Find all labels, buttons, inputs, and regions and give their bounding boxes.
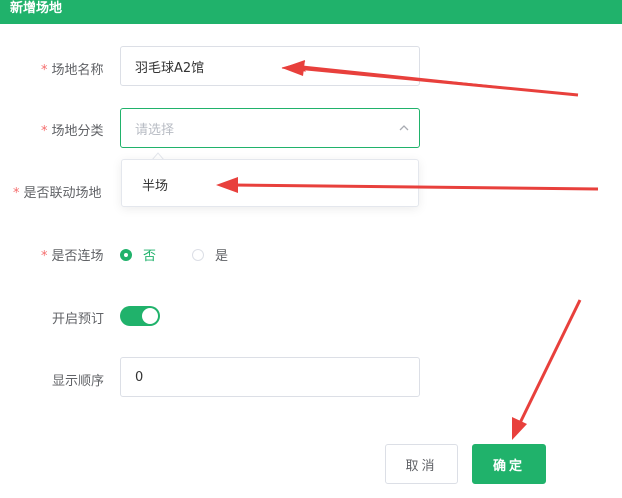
name-label-text: 场地名称	[51, 63, 104, 78]
order-input-value: 0	[135, 369, 144, 385]
consecutive-label-text: 是否连场	[51, 249, 104, 264]
switch-knob	[142, 308, 158, 324]
required-mark: *	[41, 63, 48, 78]
linked-label-text: 是否联动场地	[23, 186, 102, 201]
order-label-text: 显示顺序	[52, 374, 105, 389]
order-input[interactable]: 0	[120, 357, 420, 397]
category-select-placeholder: 请选择	[135, 122, 175, 138]
category-label-text: 场地分类	[51, 124, 104, 139]
booking-switch[interactable]	[120, 306, 160, 326]
radio-yes[interactable]: 是	[192, 245, 228, 264]
name-input[interactable]: 羽毛球A2馆	[120, 46, 420, 86]
radio-yes-label: 是	[215, 249, 229, 264]
booking-label-text: 开启预订	[52, 312, 105, 327]
cancel-button[interactable]: 取消	[385, 444, 458, 484]
booking-label: 开启预订	[52, 308, 104, 327]
red-arrow-icon	[512, 299, 582, 440]
radio-no-label: 否	[143, 249, 157, 264]
dialog-title: 新增场地	[10, 1, 63, 16]
dropdown-option[interactable]: 半场	[142, 175, 168, 194]
category-label: * 场地分类	[41, 120, 104, 139]
required-mark: *	[41, 124, 48, 139]
order-label: 显示顺序	[52, 370, 104, 389]
radio-unchecked-icon	[192, 248, 204, 261]
category-dropdown: 半场	[121, 159, 419, 207]
confirm-button[interactable]: 确定	[472, 444, 546, 484]
name-label: * 场地名称	[41, 59, 104, 78]
radio-no[interactable]: 否	[120, 245, 156, 264]
consecutive-label: * 是否连场	[41, 245, 104, 264]
linked-label: * 是否联动场地	[13, 182, 102, 201]
category-select[interactable]: 请选择	[120, 108, 420, 148]
dialog-header: 新增场地	[0, 0, 622, 24]
required-mark: *	[13, 186, 20, 201]
chevron-up-icon	[399, 125, 409, 131]
radio-checked-icon	[120, 248, 132, 261]
required-mark: *	[41, 249, 48, 264]
name-input-value: 羽毛球A2馆	[135, 60, 205, 76]
